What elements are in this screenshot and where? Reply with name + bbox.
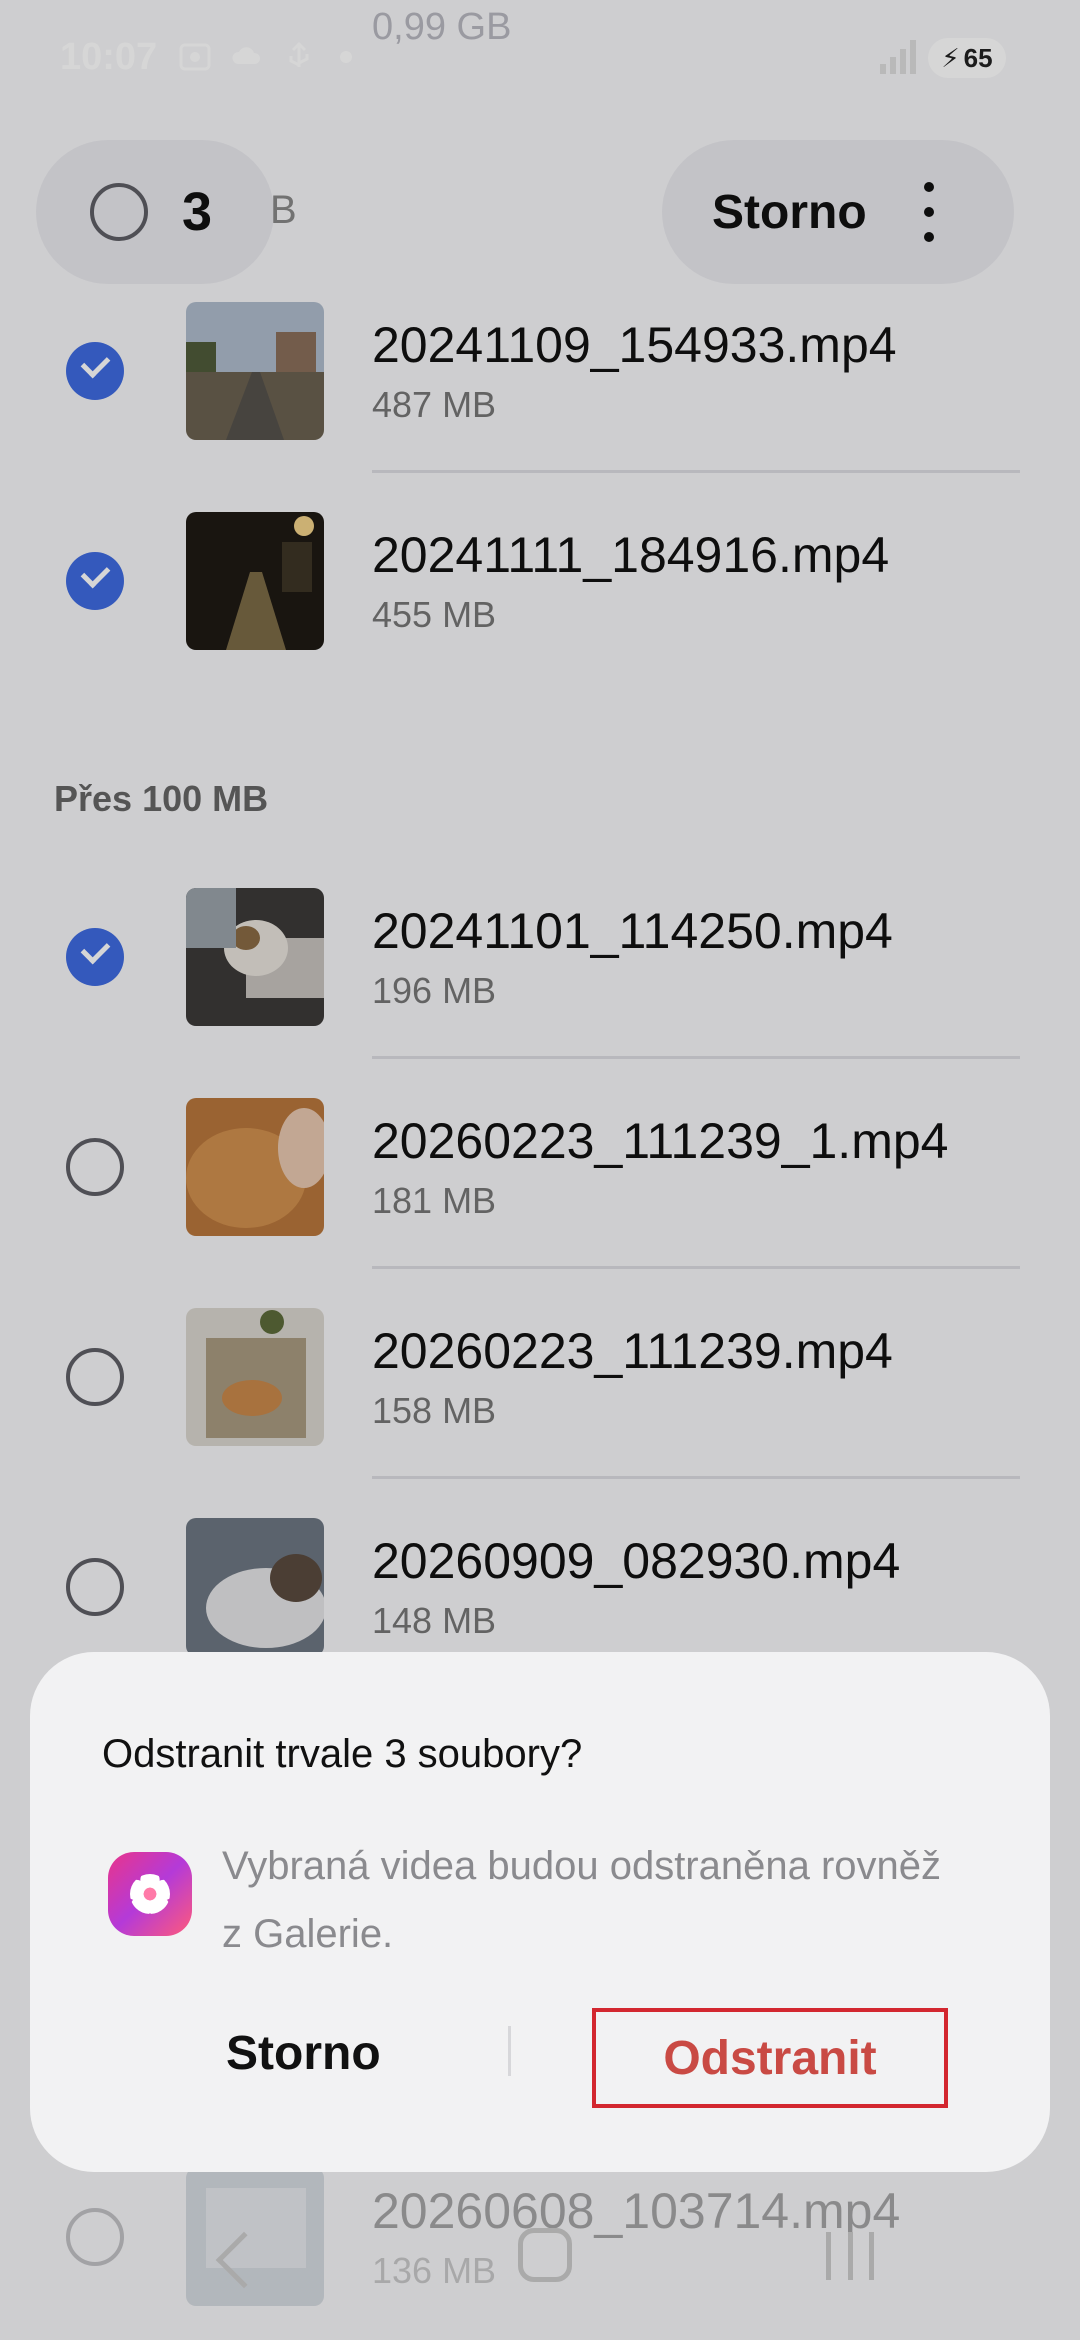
dialog-cancel-button[interactable]: Storno (226, 2026, 381, 2081)
dialog-message: Vybraná videa budou odstraněna rovněž z … (222, 1844, 942, 1956)
dialog-title: Odstranit trvale 3 soubory? (102, 1732, 583, 1776)
dialog-delete-button[interactable]: Odstranit (592, 2008, 948, 2108)
back-icon[interactable] (215, 2231, 273, 2289)
delete-confirmation-dialog: Odstranit trvale 3 soubory? Vybraná vide… (30, 1652, 1050, 2172)
home-icon[interactable] (518, 2228, 572, 2282)
button-divider (508, 2026, 511, 2076)
navigation-bar (0, 2220, 1080, 2340)
gallery-app-icon (108, 1852, 192, 1936)
recents-icon[interactable] (826, 2232, 874, 2280)
